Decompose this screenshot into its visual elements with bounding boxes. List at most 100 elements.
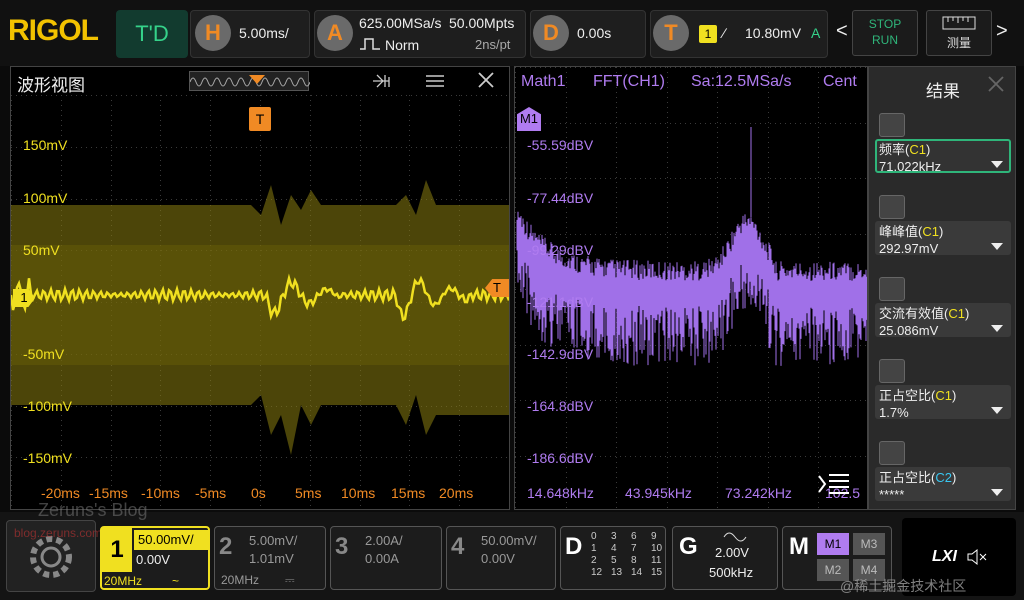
fft-y-tick-label: -99.29dBV <box>527 242 594 258</box>
watermark-blog: Zeruns's Blog <box>38 500 148 520</box>
frequency-icon <box>879 113 905 137</box>
fft-center-label: Cent <box>823 73 857 90</box>
ch4-offset: 0.00V <box>481 551 515 566</box>
ch2-bandwidth: 20MHz <box>221 573 260 587</box>
fft-y-tick-label: -186.6dBV <box>527 450 594 466</box>
trigger-control[interactable]: T 1 ∕ 10.80mV A <box>650 10 828 58</box>
chevron-down-icon <box>991 407 1003 414</box>
watermark-url: blog.zeruns.com <box>14 526 103 540</box>
speaker-icon[interactable] <box>966 548 988 566</box>
result-value: 292.97mV <box>879 241 939 256</box>
top-toolbar: RIGOL T'D H 5.00ms/ A 625.00MSa/s 50.00M… <box>0 0 1024 66</box>
delay-control[interactable]: D 0.00s <box>530 10 646 58</box>
ch1-offset: 0.00V <box>136 552 170 567</box>
menu-icon[interactable] <box>425 73 445 89</box>
trigger-time-marker[interactable]: T <box>249 107 271 131</box>
result-item-frequency[interactable]: 频率(C1) 71.022kHz <box>875 113 1011 174</box>
ch3-scale: 2.00A/ <box>365 533 403 548</box>
ch1-bandwidth: 20MHz <box>104 574 143 588</box>
result-source: C1 <box>922 224 939 239</box>
result-label: 正占空比 <box>879 388 932 403</box>
watermark-juejin: @稀土掘金技术社区 <box>840 578 967 594</box>
fft-source-label: FFT(CH1) <box>593 73 665 90</box>
stop-run-button[interactable]: STOP RUN <box>852 10 918 56</box>
generator-settings[interactable]: G 2.00V 500kHz <box>672 526 778 590</box>
ch4-settings[interactable]: 4 50.00mV/ 0.00V <box>446 526 556 590</box>
trigger-icon: T <box>653 15 689 51</box>
ruler-icon <box>942 16 976 30</box>
result-item-vpp[interactable]: 峰峰值(C1) 292.97mV <box>875 195 1011 256</box>
delay-icon: D <box>533 15 569 51</box>
fft-y-tick-label: -77.44dBV <box>527 190 594 206</box>
ch1-settings[interactable]: 1 50.00mV/ 0.00V 20MHz ~ <box>100 526 210 590</box>
duty-cycle-icon <box>879 441 905 465</box>
trigger-slope-icon: ∕ <box>723 25 726 41</box>
ch3-settings[interactable]: 3 2.00A/ 0.00A <box>330 526 442 590</box>
x-tick-label: 20ms <box>439 485 474 501</box>
timebase-value: 5.00ms/ <box>239 25 289 41</box>
result-source: C1 <box>909 142 926 157</box>
measure-button[interactable]: 测量 <box>926 10 992 56</box>
waveform-view[interactable]: 波形视图 T 1 T 150mV 100mV 50mV -50mV -100mV… <box>10 66 510 510</box>
sample-rate: 625.00MSa/s <box>359 15 442 31</box>
y-tick-label: -100mV <box>23 398 73 414</box>
ch2-offset: 1.01mV <box>249 551 294 566</box>
result-item-duty-c1[interactable]: 正占空比(C1) 1.7% <box>875 359 1011 420</box>
touch-pan-icon[interactable] <box>371 71 397 91</box>
trigger-mode-button[interactable]: T'D <box>116 10 188 58</box>
digital-channels[interactable]: D 0369 1 4 7 10 2 5 8 11 12 13 14 15 <box>560 526 666 590</box>
duty-cycle-icon <box>879 359 905 383</box>
fft-y-tick-label: -142.9dBV <box>527 346 594 362</box>
ch4-scale: 50.00mV/ <box>481 533 537 548</box>
lxi-logo: LXI <box>932 548 957 565</box>
horizontal-icon: H <box>195 15 231 51</box>
close-icon[interactable] <box>987 75 1005 93</box>
chevron-down-icon <box>991 325 1003 332</box>
chevron-down-icon <box>991 243 1003 250</box>
peak-to-peak-icon <box>879 195 905 219</box>
result-item-ac-rms[interactable]: 交流有效值(C1) 25.086mV <box>875 277 1011 338</box>
fft-y-tick-label: -164.8dBV <box>527 398 594 414</box>
math-m1[interactable]: M1 <box>817 533 849 555</box>
ch1-number: 1 <box>102 528 132 572</box>
trigger-level: 10.80mV <box>745 25 802 41</box>
x-tick-label: 5ms <box>295 485 322 501</box>
fft-view[interactable]: Math1 FFT(CH1) Sa:12.5MSa/s Cent M1 -55.… <box>514 66 868 510</box>
x-tick-label: -20ms <box>41 485 80 501</box>
sine-icon <box>723 532 747 542</box>
channel-bar: Zeruns's Blog blog.zeruns.com 1 50.00mV/… <box>0 500 1024 600</box>
stop-label: STOP <box>868 17 902 31</box>
x-tick-label: 15ms <box>391 485 426 501</box>
trigger-status: A <box>811 25 821 41</box>
trigger-position-marker[interactable] <box>249 75 265 84</box>
trigger-source-badge: 1 <box>699 25 717 43</box>
result-value: 25.086mV <box>879 323 939 338</box>
acquire-icon: A <box>317 15 353 51</box>
fft-x-tick-label: 14.648kHz <box>527 485 594 501</box>
acquire-control[interactable]: A 625.00MSa/s 50.00Mpts Norm 2ns/pt <box>314 10 526 58</box>
close-icon[interactable] <box>477 71 495 89</box>
result-label: 频率 <box>879 142 906 157</box>
result-item-duty-c2[interactable]: 正占空比(C2) ***** <box>875 441 1011 502</box>
y-tick-label: -50mV <box>23 346 65 362</box>
nav-next-icon[interactable]: > <box>996 20 1008 43</box>
horizontal-control[interactable]: H 5.00ms/ <box>190 10 310 58</box>
ch1-scale: 50.00mV/ <box>134 530 208 550</box>
list-menu-icon[interactable] <box>817 471 851 497</box>
fft-plot <box>515 67 867 509</box>
x-tick-label: -5ms <box>195 485 227 501</box>
time-resolution: 2ns/pt <box>475 37 511 52</box>
ch3-number: 3 <box>335 533 349 560</box>
ch4-number: 4 <box>451 533 465 560</box>
ch2-settings[interactable]: 2 5.00mV/ 1.01mV 20MHz ⎓ <box>214 526 326 590</box>
x-tick-label: 0s <box>251 485 266 501</box>
math-label: M <box>789 533 809 560</box>
fft-y-tick-label: -55.59dBV <box>527 137 594 153</box>
chevron-down-icon <box>991 161 1003 168</box>
fft-sample-rate: Sa:12.5MSa/s <box>691 73 792 90</box>
nav-prev-icon[interactable]: < <box>836 20 848 43</box>
math-m3[interactable]: M3 <box>853 533 885 555</box>
y-tick-label: 150mV <box>23 137 68 153</box>
y-tick-label: 100mV <box>23 190 68 206</box>
waveform-view-title: 波形视图 <box>17 76 85 95</box>
